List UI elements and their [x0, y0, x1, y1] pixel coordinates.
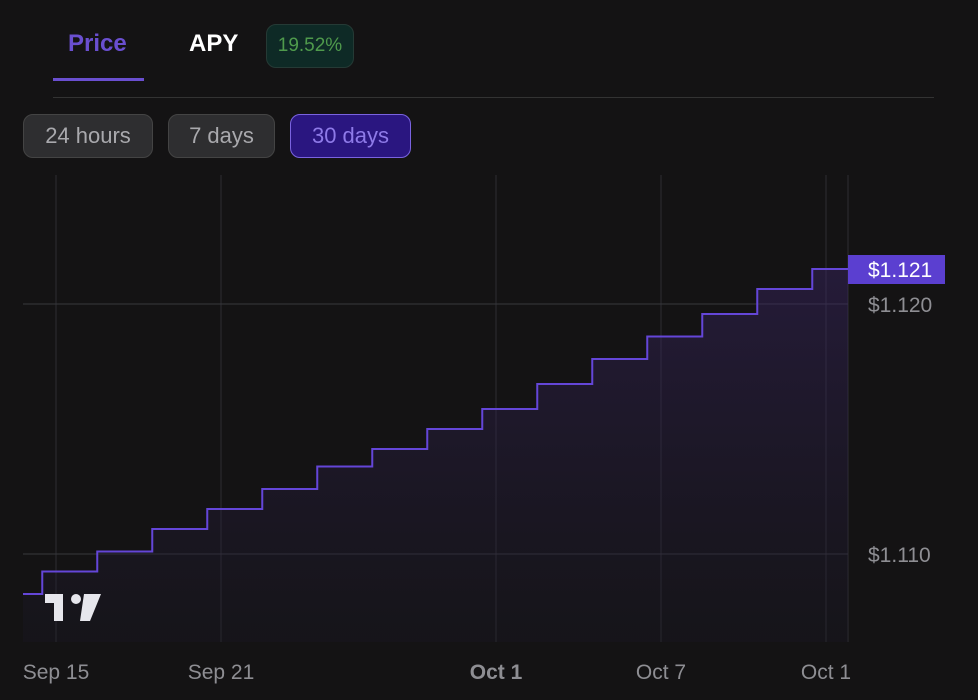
y-tick-label: $1.120 — [868, 294, 932, 317]
last-price-label: $1.121 — [868, 259, 932, 282]
x-tick-label: Sep 21 — [188, 661, 255, 684]
x-tick-label: Oct 7 — [636, 661, 686, 684]
y-tick-label: $1.110 — [868, 544, 931, 567]
x-tick-label: Oct 1 — [801, 661, 851, 684]
price-chart[interactable]: Sep 15 Sep 21 Oct 1 Oct 7 Oct 1 $1.110 $1.120 $… — [0, 0, 978, 700]
price-area-fill — [23, 269, 848, 642]
x-tick-label: Sep 15 — [23, 661, 90, 684]
x-tick-label: Oct 1 — [470, 661, 523, 684]
